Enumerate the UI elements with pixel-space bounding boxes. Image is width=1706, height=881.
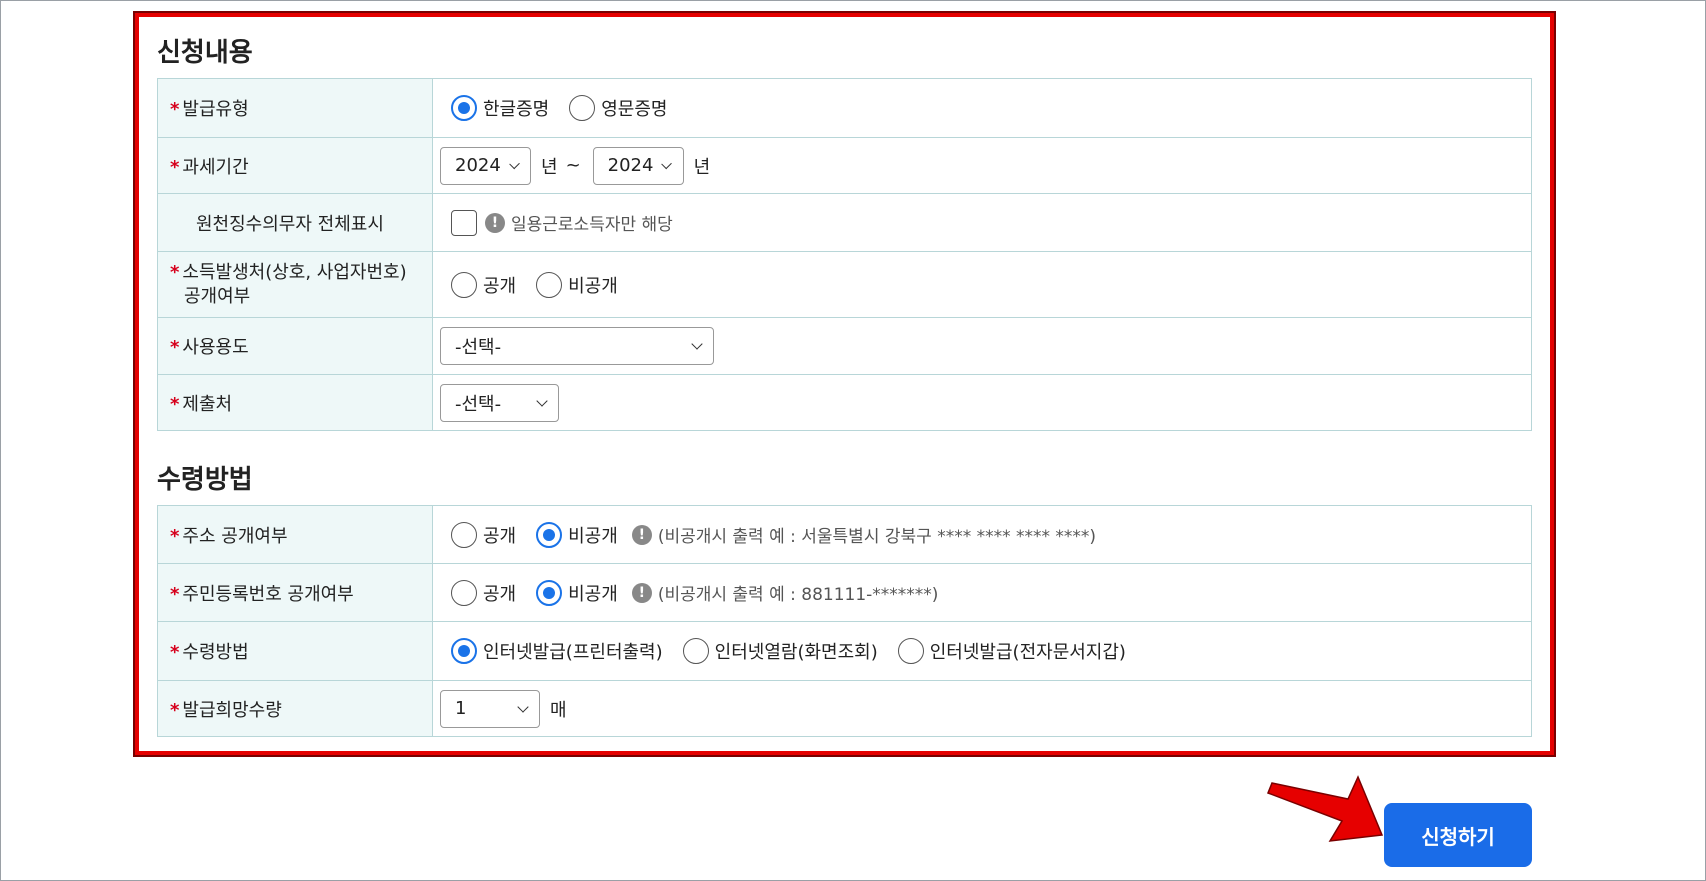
section-title-application: 신청내용 xyxy=(157,38,253,68)
issue-type-label: * 발급유형 xyxy=(157,78,433,138)
info-icon: ! xyxy=(485,212,505,233)
purpose-label: * 사용용도 xyxy=(157,317,433,375)
chevron-down-icon xyxy=(509,158,520,169)
info-icon: ! xyxy=(631,582,652,603)
income-source-label: * 소득발생처(상호, 사업자번호) 공개여부 xyxy=(157,251,433,318)
method-label: * 수령방법 xyxy=(157,621,433,681)
chevron-down-icon xyxy=(691,338,703,350)
info-icon: ! xyxy=(631,524,652,545)
row-submit-to: * 제출처 -선택- xyxy=(157,374,1532,431)
tax-period-label: * 과세기간 xyxy=(157,137,433,194)
application-form-table: * 발급유형 한글증명 영문증명 * 과세기간 2024 년 ~ 2024 년 원천… xyxy=(157,78,1532,431)
row-quantity: * 발급희망수량 1 매 xyxy=(157,680,1532,737)
method-view-radio[interactable]: 인터넷열람(화면조회) xyxy=(682,638,878,664)
row-address: * 주소 공개여부 공개 비공개 ! (비공개시 출력 예 : 서울특별시 강북구… xyxy=(157,505,1532,564)
row-income-source: * 소득발생처(상호, 사업자번호) 공개여부 공개 비공개 xyxy=(157,251,1532,318)
tax-period-to-select[interactable]: 2024 xyxy=(592,146,684,185)
chevron-down-icon xyxy=(661,158,673,169)
row-tax-period: * 과세기간 2024 년 ~ 2024 년 xyxy=(157,137,1532,194)
apply-button[interactable]: 신청하기 xyxy=(1384,803,1532,867)
purpose-select[interactable]: -선택- xyxy=(440,327,714,365)
row-withholding: 원천징수의무자 전체표시 ! 일용근로소득자만 해당 xyxy=(157,193,1532,252)
tax-period-from-select[interactable]: 2024 xyxy=(440,146,531,185)
annotation-arrow-icon xyxy=(1267,775,1384,842)
receipt-form-table: * 주소 공개여부 공개 비공개 ! (비공개시 출력 예 : 서울특별시 강북구… xyxy=(157,505,1532,737)
method-print-radio[interactable]: 인터넷발급(프린터출력) xyxy=(451,638,663,664)
submit-to-select[interactable]: -선택- xyxy=(440,383,559,422)
quantity-select[interactable]: 1 xyxy=(440,689,540,728)
section-title-receipt: 수령방법 xyxy=(157,465,253,495)
income-source-public-radio[interactable]: 공개 xyxy=(451,271,516,298)
rrn-label: * 주민등록번호 공개여부 xyxy=(157,563,433,622)
rrn-public-radio[interactable]: 공개 xyxy=(451,579,516,606)
method-wallet-radio[interactable]: 인터넷발급(전자문서지갑) xyxy=(897,638,1126,664)
address-private-radio[interactable]: 비공개 xyxy=(536,521,618,548)
chevron-down-icon xyxy=(536,394,548,407)
radio-english[interactable] xyxy=(569,95,596,121)
quantity-label: * 발급희망수량 xyxy=(157,680,433,737)
row-purpose: * 사용용도 -선택- xyxy=(157,317,1532,375)
radio-korean[interactable] xyxy=(451,95,477,121)
withholding-checkbox[interactable] xyxy=(451,209,477,236)
submit-to-label: * 제출처 xyxy=(157,374,433,431)
address-public-radio[interactable]: 공개 xyxy=(451,521,516,548)
income-source-private-radio[interactable]: 비공개 xyxy=(536,271,618,298)
row-rrn: * 주민등록번호 공개여부 공개 비공개 ! (비공개시 출력 예 : 88111… xyxy=(157,563,1532,622)
address-label: * 주소 공개여부 xyxy=(157,505,433,564)
issue-type-korean-radio[interactable]: 한글증명 xyxy=(451,95,549,121)
chevron-down-icon xyxy=(517,700,529,713)
issue-type-english-radio[interactable]: 영문증명 xyxy=(569,95,668,121)
rrn-private-radio[interactable]: 비공개 xyxy=(536,579,618,606)
row-method: * 수령방법 인터넷발급(프린터출력) 인터넷열람(화면조회) 인터넷발급(전자문… xyxy=(157,621,1532,681)
withholding-label: 원천징수의무자 전체표시 xyxy=(157,193,433,252)
row-issue-type: * 발급유형 한글증명 영문증명 xyxy=(157,78,1532,138)
